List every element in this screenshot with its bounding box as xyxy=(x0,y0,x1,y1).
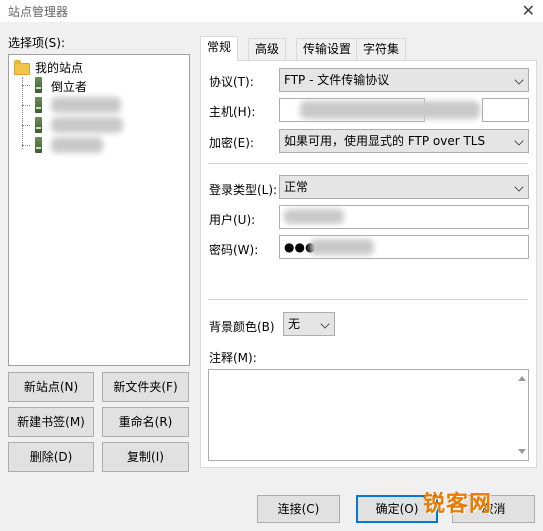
redacted-site-name xyxy=(51,97,121,113)
delete-button[interactable]: 删除(D) xyxy=(8,442,94,472)
logon-type-label: 登录类型(L): xyxy=(209,183,278,197)
bgcolor-value: 无 xyxy=(288,317,301,331)
port-input[interactable] xyxy=(482,98,529,122)
tree-connector xyxy=(22,77,23,149)
tree-connector xyxy=(22,145,30,146)
chevron-down-icon xyxy=(514,75,524,85)
tab-advanced[interactable]: 高级 xyxy=(248,38,287,60)
redacted-password xyxy=(310,239,374,255)
chevron-down-icon xyxy=(514,136,524,146)
comment-textarea[interactable] xyxy=(208,369,529,461)
logon-type-value: 正常 xyxy=(284,180,309,194)
tree-connector xyxy=(22,125,30,126)
user-label: 用户(U): xyxy=(209,213,256,227)
select-entry-label: 选择项(S): xyxy=(8,36,66,50)
connect-button[interactable]: 连接(C) xyxy=(257,495,340,523)
bgcolor-label: 背景颜色(B) xyxy=(209,320,275,334)
protocol-value: FTP - 文件传输协议 xyxy=(284,73,390,87)
rename-button[interactable]: 重命名(R) xyxy=(102,407,189,437)
tree-connector xyxy=(22,85,30,86)
divider xyxy=(208,299,528,300)
host-label: 主机(H): xyxy=(209,105,256,119)
copy-button[interactable]: 复制(I) xyxy=(102,442,189,472)
folder-icon xyxy=(14,60,30,75)
new-folder-button[interactable]: 新文件夹(F) xyxy=(102,372,189,402)
encryption-value: 如果可用，使用显式的 FTP over TLS xyxy=(284,134,486,148)
server-icon xyxy=(35,137,42,153)
tree-connector xyxy=(22,105,30,106)
chevron-down-icon xyxy=(514,182,524,192)
divider xyxy=(208,163,528,164)
watermark-logo: 锐客网 xyxy=(423,492,493,517)
redacted-site-name xyxy=(51,117,123,133)
scroll-down-icon[interactable] xyxy=(518,449,526,454)
encryption-label: 加密(E): xyxy=(209,136,254,150)
window-title: 站点管理器 xyxy=(8,5,69,19)
protocol-select[interactable]: FTP - 文件传输协议 xyxy=(279,68,529,92)
redacted-user xyxy=(284,209,344,224)
protocol-label: 协议(T): xyxy=(209,75,254,89)
site-tree[interactable]: 我的站点 倒立者 xyxy=(8,54,190,366)
bgcolor-select[interactable]: 无 xyxy=(283,312,335,336)
server-icon xyxy=(35,117,42,133)
comment-label: 注释(M): xyxy=(209,351,257,365)
logon-type-select[interactable]: 正常 xyxy=(279,175,529,199)
server-icon xyxy=(35,97,42,113)
new-bookmark-button[interactable]: 新建书签(M) xyxy=(8,407,94,437)
tree-root-my-sites[interactable]: 我的站点 xyxy=(35,59,83,76)
scroll-up-icon[interactable] xyxy=(518,376,526,381)
tab-charset[interactable]: 字符集 xyxy=(356,38,407,60)
close-icon[interactable]: ✕ xyxy=(522,0,535,22)
tree-site-item[interactable]: 倒立者 xyxy=(51,78,87,95)
new-site-button[interactable]: 新站点(N) xyxy=(8,372,94,402)
redacted-host xyxy=(300,101,480,119)
server-icon xyxy=(35,77,42,93)
title-bar xyxy=(0,0,543,22)
tab-general[interactable]: 常规 xyxy=(200,36,239,61)
redacted-site-name xyxy=(51,137,103,153)
encryption-select[interactable]: 如果可用，使用显式的 FTP over TLS xyxy=(279,129,529,153)
tab-transfer-settings[interactable]: 传输设置 xyxy=(296,38,359,60)
password-label: 密码(W): xyxy=(209,243,259,257)
chevron-down-icon xyxy=(320,319,330,329)
